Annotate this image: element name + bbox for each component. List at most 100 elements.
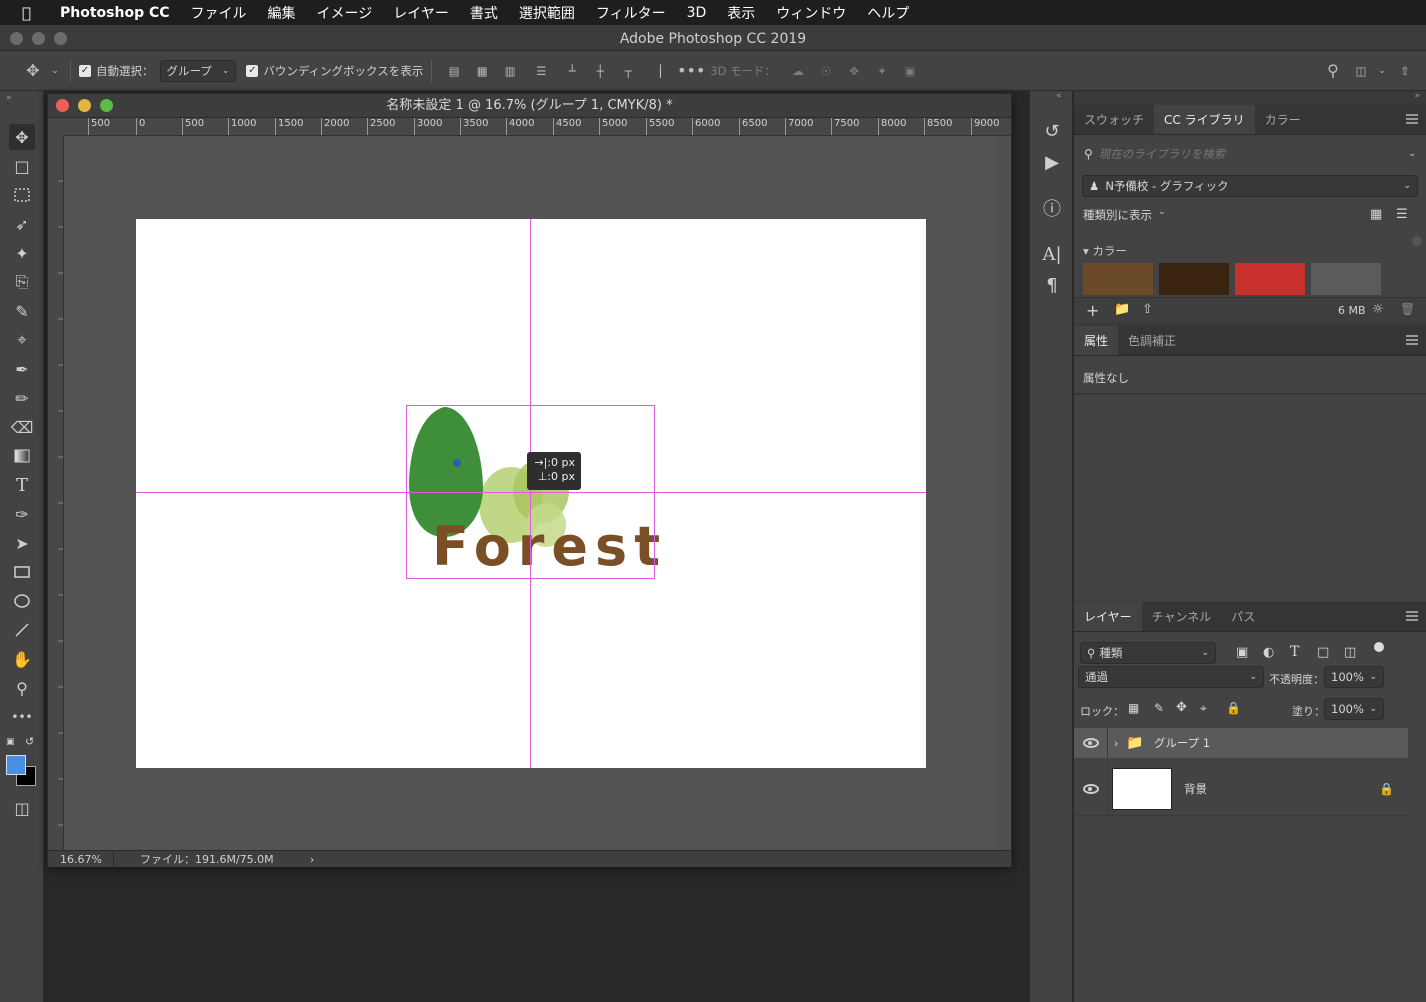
zoom-level[interactable]: 16.67% [48, 850, 114, 868]
collapse-toolbar-icon[interactable]: » [6, 93, 12, 103]
ruler-origin[interactable] [48, 118, 64, 136]
menu-filter[interactable]: フィルター [596, 3, 666, 23]
rectangle-tool-icon[interactable] [9, 559, 35, 585]
crop-tool-icon[interactable]: ⌖ [9, 327, 35, 353]
filter-type-icon[interactable]: T [1290, 644, 1299, 660]
align-vcenter-icon[interactable]: ┼ [586, 64, 614, 78]
layer-filter-kind[interactable]: ⚲ 種類 ⌄ [1080, 642, 1216, 664]
more-tools-icon[interactable]: ••• [9, 704, 35, 730]
line-tool-icon[interactable] [9, 617, 35, 643]
folder-icon[interactable]: 📁 [1114, 302, 1130, 317]
healing-brush-tool-icon[interactable]: ⎘ [9, 269, 35, 295]
move-tool-icon[interactable]: ✥ [9, 124, 35, 150]
library-search-input[interactable]: ⚲ 現在のライブラリを検索 ⌄ [1078, 143, 1422, 165]
library-selector[interactable]: ♟ N予備校 - グラフィック ⌄ [1082, 175, 1418, 197]
share-icon[interactable]: ⇧ [1390, 64, 1420, 78]
3d-orbit-icon[interactable]: ☁ [784, 64, 812, 78]
close-window-button[interactable] [10, 32, 23, 45]
color-swatch[interactable] [1083, 263, 1153, 295]
minimize-window-button[interactable] [32, 32, 45, 45]
color-swatch[interactable] [1311, 263, 1381, 295]
upload-icon[interactable]: ⇧ [1142, 302, 1153, 317]
vertical-ruler[interactable] [48, 136, 64, 850]
menu-layer[interactable]: レイヤー [393, 3, 449, 23]
opacity-input[interactable]: 100% ⌄ [1324, 666, 1384, 688]
add-icon[interactable]: + [1086, 301, 1099, 320]
menu-help[interactable]: ヘルプ [867, 3, 909, 23]
path-select-tool-icon[interactable]: ➤ [9, 530, 35, 556]
panel-menu-icon[interactable] [1406, 335, 1418, 345]
lock-image-icon[interactable]: ✎ [1154, 701, 1164, 715]
workspace-icon[interactable]: ◫ [1348, 64, 1374, 78]
tab-swatches[interactable]: スウォッチ [1074, 105, 1154, 134]
align-top-icon[interactable]: ┴ [558, 64, 586, 78]
lock-transparent-icon[interactable]: ▦ [1128, 701, 1139, 715]
creative-cloud-icon[interactable]: ☼ [1372, 302, 1384, 317]
filter-toggle-icon[interactable] [1374, 642, 1384, 652]
panel-menu-icon[interactable] [1406, 611, 1418, 621]
swap-colors-icon[interactable]: ↺ [25, 735, 34, 748]
vertical-guide[interactable] [530, 219, 531, 768]
layer-name[interactable]: グループ 1 [1154, 735, 1210, 751]
pen-tool-icon[interactable]: ✑ [9, 501, 35, 527]
zoom-tool-icon[interactable]: ⚲ [9, 675, 35, 701]
panel-menu-icon[interactable] [1406, 114, 1418, 124]
expand-group-chevron-icon[interactable]: › [1114, 737, 1118, 750]
marquee-tool-icon[interactable] [9, 182, 35, 208]
filter-shape-icon[interactable]: □ [1317, 645, 1329, 660]
apple-icon[interactable]:  [22, 4, 42, 22]
brush-tool-icon[interactable]: ✏ [9, 385, 35, 411]
info-icon[interactable]: ⓘ [1039, 195, 1065, 221]
lock-all-icon[interactable]: 🔒 [1226, 701, 1241, 715]
scrollbar-thumb[interactable] [1412, 236, 1422, 246]
color-swatch[interactable] [1235, 263, 1305, 295]
fill-input[interactable]: 100% ⌄ [1324, 698, 1384, 720]
horizontal-ruler[interactable]: 500 0 500 1000 1500 2000 2500 3000 3500 … [64, 118, 1011, 136]
tab-paths[interactable]: パス [1221, 602, 1265, 631]
filter-adjustment-icon[interactable]: ◐ [1263, 645, 1274, 660]
menu-select[interactable]: 選択範囲 [519, 3, 575, 23]
ellipse-tool-icon[interactable] [9, 588, 35, 614]
3d-slide-icon[interactable]: ✦ [868, 64, 896, 78]
menu-edit[interactable]: 編集 [268, 3, 296, 23]
history-icon[interactable]: ↺ [1039, 118, 1065, 144]
menu-file[interactable]: ファイル [191, 3, 247, 23]
tab-properties[interactable]: 属性 [1074, 326, 1119, 355]
search-icon[interactable]: ⚲ [1318, 61, 1348, 80]
visibility-eye-icon[interactable] [1074, 761, 1108, 816]
auto-select-dropdown[interactable]: グループ ⌄ [159, 59, 237, 82]
color-swatch[interactable] [1159, 263, 1229, 295]
filter-smart-object-icon[interactable]: ◫ [1344, 645, 1356, 660]
menu-image[interactable]: イメージ [317, 3, 373, 23]
horizontal-guide[interactable] [136, 492, 926, 493]
document-canvas[interactable]: Forest [136, 219, 926, 768]
trash-icon[interactable]: 🗑 [1400, 302, 1415, 316]
collapse-dock-icon[interactable]: » [1414, 91, 1420, 101]
tab-cc-libraries[interactable]: CC ライブラリ [1154, 105, 1255, 134]
align-left-icon[interactable]: ▤ [440, 64, 468, 78]
status-menu-chevron-icon[interactable]: › [308, 853, 314, 866]
more-options-icon[interactable]: ••• [676, 61, 706, 80]
tool-preset-chevron-icon[interactable]: ⌄ [48, 66, 62, 76]
menu-window[interactable]: ウィンドウ [776, 3, 846, 23]
close-document-button[interactable] [56, 99, 69, 112]
tab-layers[interactable]: レイヤー [1074, 602, 1142, 631]
layer-row-background[interactable]: 背景 🔒 [1074, 761, 1408, 816]
menu-view[interactable]: 表示 [727, 3, 755, 23]
foreground-color-swatch[interactable] [6, 755, 26, 775]
minimize-document-button[interactable] [78, 99, 91, 112]
tab-color[interactable]: カラー [1255, 105, 1311, 134]
canvas-area[interactable]: Forest →|:0 px ⊥:0 px [64, 136, 995, 850]
zoom-window-button[interactable] [54, 32, 67, 45]
screen-mode-icon[interactable]: ◫ [9, 795, 35, 821]
distribute-horizontal-icon[interactable]: ☰ [524, 64, 558, 78]
layer-row-group[interactable]: › 📁 グループ 1 [1074, 728, 1408, 758]
move-tool-icon[interactable]: ✥ [24, 61, 42, 80]
hand-tool-icon[interactable]: ✋ [9, 646, 35, 672]
bounding-box-checkbox[interactable]: ✓ [246, 64, 259, 77]
auto-select-checkbox[interactable]: ✓ [79, 64, 91, 77]
align-right-icon[interactable]: ▥ [496, 64, 524, 78]
eraser-tool-icon[interactable]: ⌫ [9, 414, 35, 440]
3d-pan-icon[interactable]: ✥ [840, 64, 868, 78]
lasso-tool-icon[interactable]: ➶ [9, 211, 35, 237]
